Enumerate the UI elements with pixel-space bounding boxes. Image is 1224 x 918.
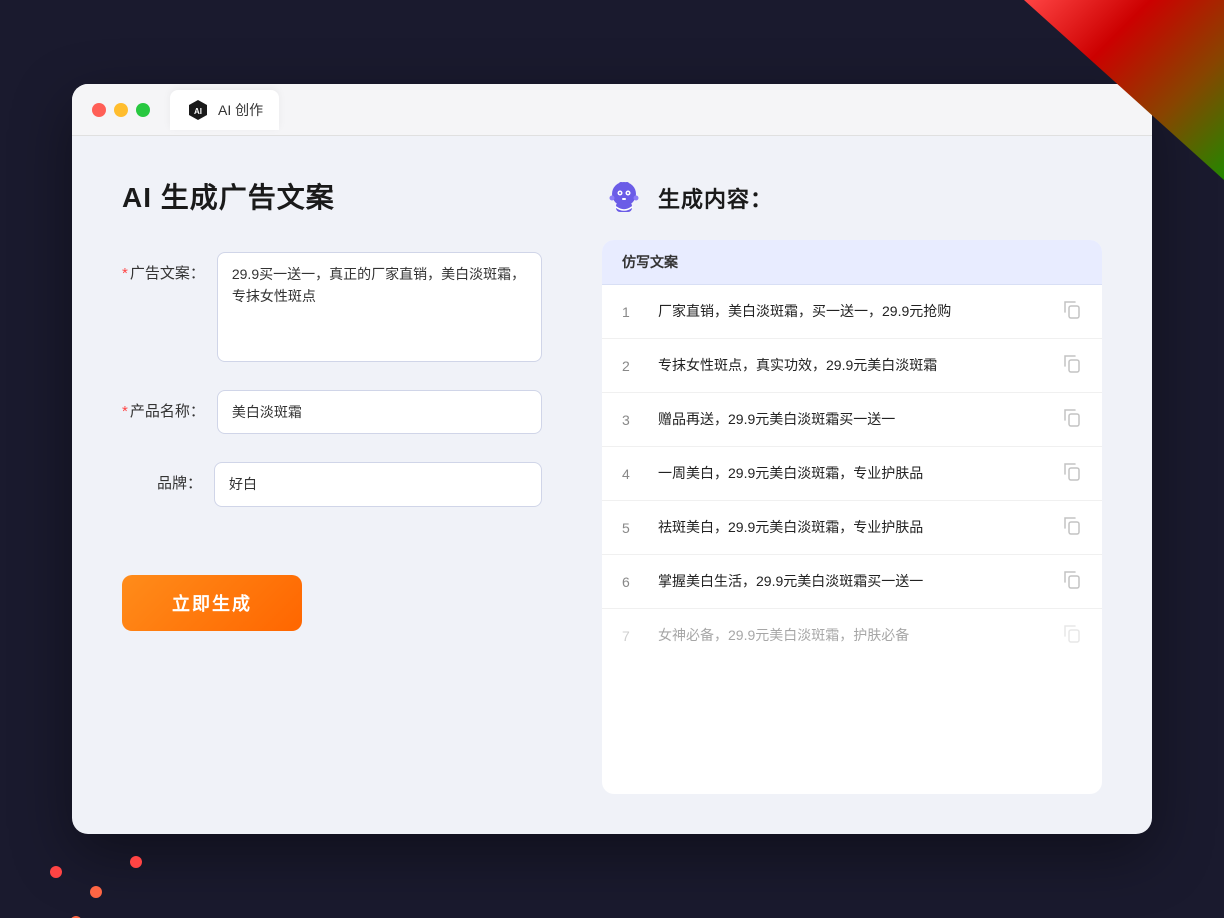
result-item: 6 掌握美白生活，29.9元美白淡斑霜买一送一 [602,555,1102,609]
result-text: 祛斑美白，29.9元美白淡斑霜，专业护肤品 [658,517,1046,538]
right-panel: 生成内容： 仿写文案 1 厂家直销，美白淡斑霜，买一送一，29.9元抢购 2 专抹女… [602,176,1102,794]
result-number: 7 [622,628,642,644]
product-name-input[interactable] [217,390,542,434]
page-title: AI 生成广告文案 [122,176,542,216]
results-list: 1 厂家直销，美白淡斑霜，买一送一，29.9元抢购 2 专抹女性斑点，真实功效，29… [602,285,1102,794]
app-window: AI AI 创作 AI 生成广告文案 *广告文案： 29.9买一送一，真正的厂家… [72,84,1152,834]
close-button[interactable] [92,103,106,117]
traffic-lights [92,103,150,117]
bot-icon [602,176,646,220]
maximize-button[interactable] [136,103,150,117]
main-content: AI 生成广告文案 *广告文案： 29.9买一送一，真正的厂家直销，美白淡斑霜，… [72,136,1152,834]
result-number: 5 [622,520,642,536]
copy-button[interactable] [1062,461,1082,486]
copy-button[interactable] [1062,515,1082,540]
titlebar: AI AI 创作 [72,84,1152,136]
result-text: 专抹女性斑点，真实功效，29.9元美白淡斑霜 [658,355,1046,376]
ad-copy-input[interactable]: 29.9买一送一，真正的厂家直销，美白淡斑霜，专抹女性斑点 [217,252,542,362]
required-star-2: * [122,403,128,420]
results-header: 仿写文案 [602,240,1102,285]
result-text: 女神必备，29.9元美白淡斑霜，护肤必备 [658,625,1046,646]
product-name-group: *产品名称： [122,390,542,434]
copy-button[interactable] [1062,569,1082,594]
generate-button[interactable]: 立即生成 [122,575,302,631]
result-item: 7 女神必备，29.9元美白淡斑霜，护肤必备 [602,609,1102,662]
result-number: 6 [622,574,642,590]
result-item: 2 专抹女性斑点，真实功效，29.9元美白淡斑霜 [602,339,1102,393]
right-panel-title: 生成内容： [658,182,773,214]
result-item: 5 祛斑美白，29.9元美白淡斑霜，专业护肤品 [602,501,1102,555]
ai-tab[interactable]: AI AI 创作 [170,90,279,130]
ad-copy-group: *广告文案： 29.9买一送一，真正的厂家直销，美白淡斑霜，专抹女性斑点 [122,252,542,362]
result-item: 1 厂家直销，美白淡斑霜，买一送一，29.9元抢购 [602,285,1102,339]
ad-copy-label: *广告文案： [122,252,205,283]
result-text: 厂家直销，美白淡斑霜，买一送一，29.9元抢购 [658,301,1046,322]
copy-button[interactable] [1062,407,1082,432]
result-number: 2 [622,358,642,374]
copy-button[interactable] [1062,299,1082,324]
result-text: 赠品再送，29.9元美白淡斑霜买一送一 [658,409,1046,430]
brand-label: 品牌： [122,462,202,493]
result-number: 3 [622,412,642,428]
result-text: 一周美白，29.9元美白淡斑霜，专业护肤品 [658,463,1046,484]
copy-button[interactable] [1062,353,1082,378]
right-header: 生成内容： [602,176,1102,220]
left-panel: AI 生成广告文案 *广告文案： 29.9买一送一，真正的厂家直销，美白淡斑霜，… [122,176,542,794]
result-item: 3 赠品再送，29.9元美白淡斑霜买一送一 [602,393,1102,447]
svg-text:AI: AI [194,107,202,116]
result-item: 4 一周美白，29.9元美白淡斑霜，专业护肤品 [602,447,1102,501]
copy-button[interactable] [1062,623,1082,648]
minimize-button[interactable] [114,103,128,117]
ai-logo-icon: AI [186,98,210,122]
results-container: 仿写文案 1 厂家直销，美白淡斑霜，买一送一，29.9元抢购 2 专抹女性斑点，真实… [602,240,1102,794]
brand-group: 品牌： [122,462,542,506]
brand-input[interactable] [214,462,542,506]
product-name-label: *产品名称： [122,390,205,421]
result-number: 1 [622,304,642,320]
required-star-1: * [122,265,128,282]
result-text: 掌握美白生活，29.9元美白淡斑霜买一送一 [658,571,1046,592]
tab-label: AI 创作 [218,100,263,120]
result-number: 4 [622,466,642,482]
